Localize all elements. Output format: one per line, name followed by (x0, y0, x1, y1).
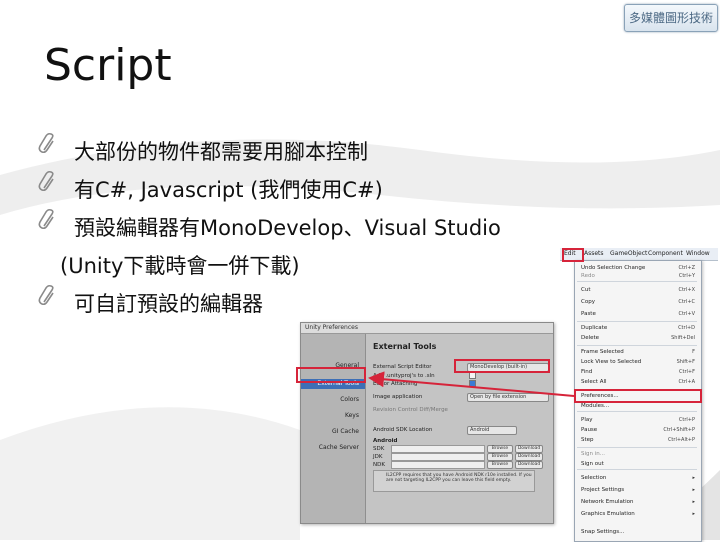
red-arrow-annotation (368, 371, 575, 397)
